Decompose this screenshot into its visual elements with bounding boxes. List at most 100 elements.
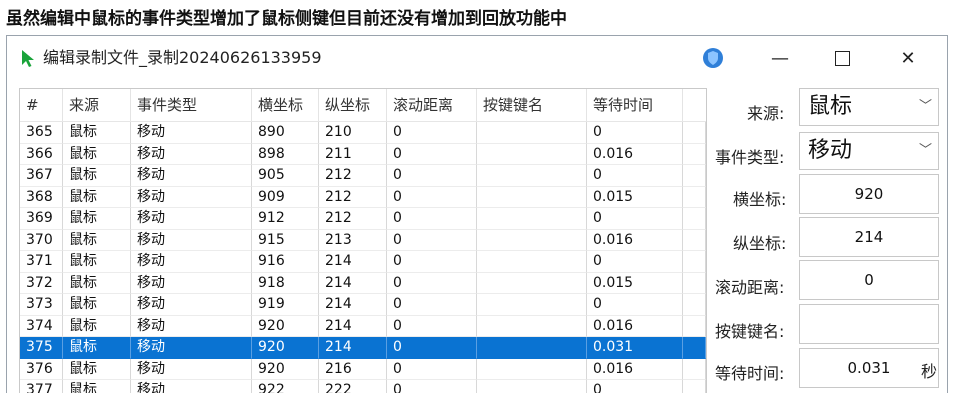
table-row[interactable]: 365 鼠标 移动 890 210 0 0 [20,122,706,144]
cell-event-type: 移动 [131,186,252,208]
cell-scroll: 0 [387,251,477,273]
minimize-button[interactable]: — [755,36,805,80]
x-field[interactable]: 920 [799,174,939,214]
list-header: # 来源 事件类型 横坐标 纵坐标 滚动距离 按键键名 等待时间 [20,89,706,122]
table-row[interactable]: 370 鼠标 移动 915 213 0 0.016 [20,229,706,251]
cell-x: 916 [252,251,319,273]
cell-index: 369 [20,208,63,230]
cell-index: 365 [20,122,63,144]
cell-key [477,272,587,294]
cell-key [477,229,587,251]
column-header-y[interactable]: 纵坐标 [319,89,387,121]
cell-event-type: 移动 [131,380,252,393]
cell-index: 373 [20,294,63,316]
cell-event-type: 移动 [131,294,252,316]
table-row[interactable]: 374 鼠标 移动 920 214 0 0.016 [20,315,706,337]
table-row[interactable]: 371 鼠标 移动 916 214 0 0 [20,251,706,273]
cell-filler [683,380,706,393]
scroll-field[interactable]: 0 [799,260,939,300]
cell-source: 鼠标 [63,122,131,144]
event-type-label: 事件类型: [715,148,785,167]
cell-x: 922 [252,380,319,393]
cell-source: 鼠标 [63,165,131,187]
cell-source: 鼠标 [63,208,131,230]
table-row[interactable]: 368 鼠标 移动 909 212 0 0.015 [20,186,706,208]
y-field[interactable]: 214 [799,217,939,257]
column-header-x[interactable]: 横坐标 [252,89,319,121]
column-header-source[interactable]: 来源 [63,89,131,121]
cell-filler [683,143,706,165]
cell-index: 366 [20,143,63,165]
key-field[interactable] [799,304,939,344]
table-row[interactable]: 369 鼠标 移动 912 212 0 0 [20,208,706,230]
column-header-index[interactable]: # [20,89,63,121]
cell-index: 375 [20,337,63,359]
column-header-key[interactable]: 按键键名 [477,89,587,121]
cell-scroll: 0 [387,294,477,316]
source-label: 来源: [747,104,785,123]
cell-index: 377 [20,380,63,393]
cell-scroll: 0 [387,380,477,393]
table-row[interactable]: 376 鼠标 移动 920 216 0 0.016 [20,358,706,380]
cell-key [477,380,587,393]
cell-x: 898 [252,143,319,165]
cell-x: 912 [252,208,319,230]
cell-wait: 0 [587,165,683,187]
cell-source: 鼠标 [63,294,131,316]
cell-index: 367 [20,165,63,187]
title-bar[interactable]: 编辑录制文件_录制20240626133959 — ✕ [7,36,947,80]
cell-x: 920 [252,358,319,380]
cell-source: 鼠标 [63,380,131,393]
table-row[interactable]: 366 鼠标 移动 898 211 0 0.016 [20,143,706,165]
scroll-label: 滚动距离: [715,278,785,297]
cell-y: 214 [319,315,387,337]
key-label: 按键键名: [715,322,785,341]
maximize-button[interactable] [817,36,867,80]
cell-scroll: 0 [387,208,477,230]
event-type-select[interactable]: 移动 ﹀ [799,132,939,170]
cell-y: 216 [319,358,387,380]
cell-wait: 0 [587,251,683,273]
column-header-wait[interactable]: 等待时间 [587,89,683,121]
chevron-down-icon: ﹀ [918,99,932,114]
list-rows: 365 鼠标 移动 890 210 0 0 366 鼠标 移动 898 211 0 0.016 367 鼠标移… [20,122,706,393]
column-header-event-type[interactable]: 事件类型 [131,89,252,121]
cell-source: 鼠标 [63,315,131,337]
table-row-selected[interactable]: 375 鼠标 移动 920 214 0 0.031 [20,337,706,359]
cell-scroll: 0 [387,358,477,380]
cell-event-type: 移动 [131,251,252,273]
cell-x: 920 [252,337,319,359]
cell-scroll: 0 [387,165,477,187]
cell-filler [683,251,706,273]
cell-y: 213 [319,229,387,251]
cell-x: 890 [252,122,319,144]
cell-key [477,208,587,230]
cell-wait: 0.015 [587,272,683,294]
column-header-scroll[interactable]: 滚动距离 [387,89,477,121]
cell-key [477,358,587,380]
event-list[interactable]: # 来源 事件类型 横坐标 纵坐标 滚动距离 按键键名 等待时间 365 鼠标 移动… [19,88,707,393]
cell-y: 210 [319,122,387,144]
cell-scroll: 0 [387,122,477,144]
cell-index: 376 [20,358,63,380]
cell-index: 370 [20,229,63,251]
shield-icon[interactable] [701,46,725,70]
cell-key [477,165,587,187]
cell-filler [683,294,706,316]
table-row[interactable]: 377 鼠标 移动 922 222 0 0 [20,380,706,393]
table-row[interactable]: 372 鼠标 移动 918 214 0 0.015 [20,272,706,294]
wait-field[interactable]: 0.031 [799,348,939,388]
cell-source: 鼠标 [63,358,131,380]
close-button[interactable]: ✕ [883,36,933,80]
chevron-down-icon: ﹀ [918,143,932,158]
table-row[interactable]: 373 鼠标 移动 919 214 0 0 [20,294,706,316]
cell-source: 鼠标 [63,272,131,294]
cell-key [477,337,587,359]
cell-key [477,143,587,165]
table-row[interactable]: 367 鼠标 移动 905 212 0 0 [20,165,706,187]
cell-scroll: 0 [387,315,477,337]
cell-x: 905 [252,165,319,187]
cursor-arrow-icon [22,50,34,67]
source-select[interactable]: 鼠标 ﹀ [799,88,939,126]
cell-filler [683,186,706,208]
